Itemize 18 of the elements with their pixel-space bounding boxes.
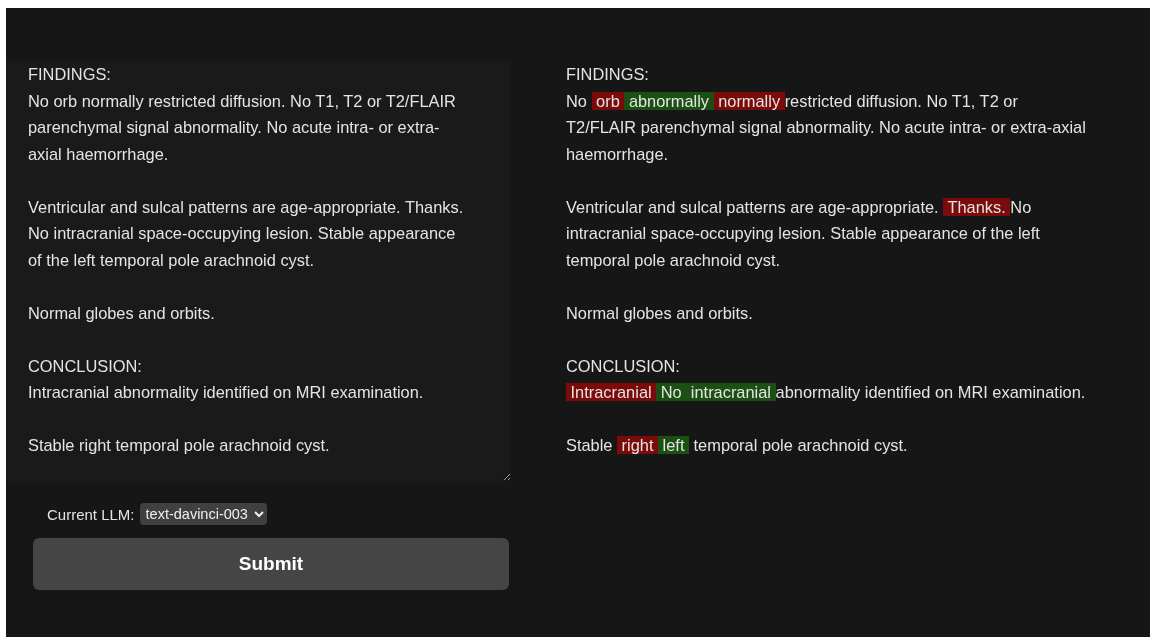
inserted-text: intracranial xyxy=(686,383,776,401)
model-dropdown[interactable]: text-davinci-003 xyxy=(139,503,267,525)
deleted-text: Intracranial xyxy=(566,383,657,401)
deleted-text: normally xyxy=(713,91,785,110)
diff-paragraph: Ventricular and sulcal patterns are age-appropriate. Thanks. No intracranial space-occupying lesion. Stable appearance of the left temporal pole arachnoid cyst. xyxy=(566,196,1041,271)
inserted-text: abnormally xyxy=(624,91,714,110)
diff-paragraph: Normal globes and orbits. xyxy=(566,302,754,324)
diff-paragraph: FINDINGS: No orb abnormally normally restricted diffusion. No T1, T2 or T2/FLAIR parenchymal signal abnormality. No acute intra- or extra-axial haemorrhage. xyxy=(566,64,1087,165)
diff-paragraph: CONCLUSION: Intracranial No intracranial abnormality identified on MRI examination. xyxy=(566,355,1087,403)
report-field[interactable]: FINDINGS: No orb normally restricted diffusion. No T1, T2 or T2/FLAIR parenchymal signal abnormality. No acute intra- or extra-axial haemorrhage. Ventricular and sulcal patterns are age-appropriate. Thanks. No intracranial space-occupying lesion. Stable appearance of the left temporal pole arachnoid cyst. Normal globes and orbits. CONCLUSION: Intracranial abnormality identified on MRI examination. Stable right temporal pole arachnoid cyst. xyxy=(6,61,511,481)
diff-paragraph: Stable right left temporal pole arachnoid cyst. xyxy=(566,435,909,456)
submit-button[interactable]: Submit xyxy=(33,538,509,590)
inserted-text: left xyxy=(658,436,689,454)
inserted-text: No xyxy=(656,383,687,401)
deleted-text: Thanks. xyxy=(943,197,1011,216)
deleted-text: right xyxy=(617,436,659,454)
deleted-text: orb xyxy=(591,91,625,110)
llm-label: Current LLM: xyxy=(47,505,135,523)
